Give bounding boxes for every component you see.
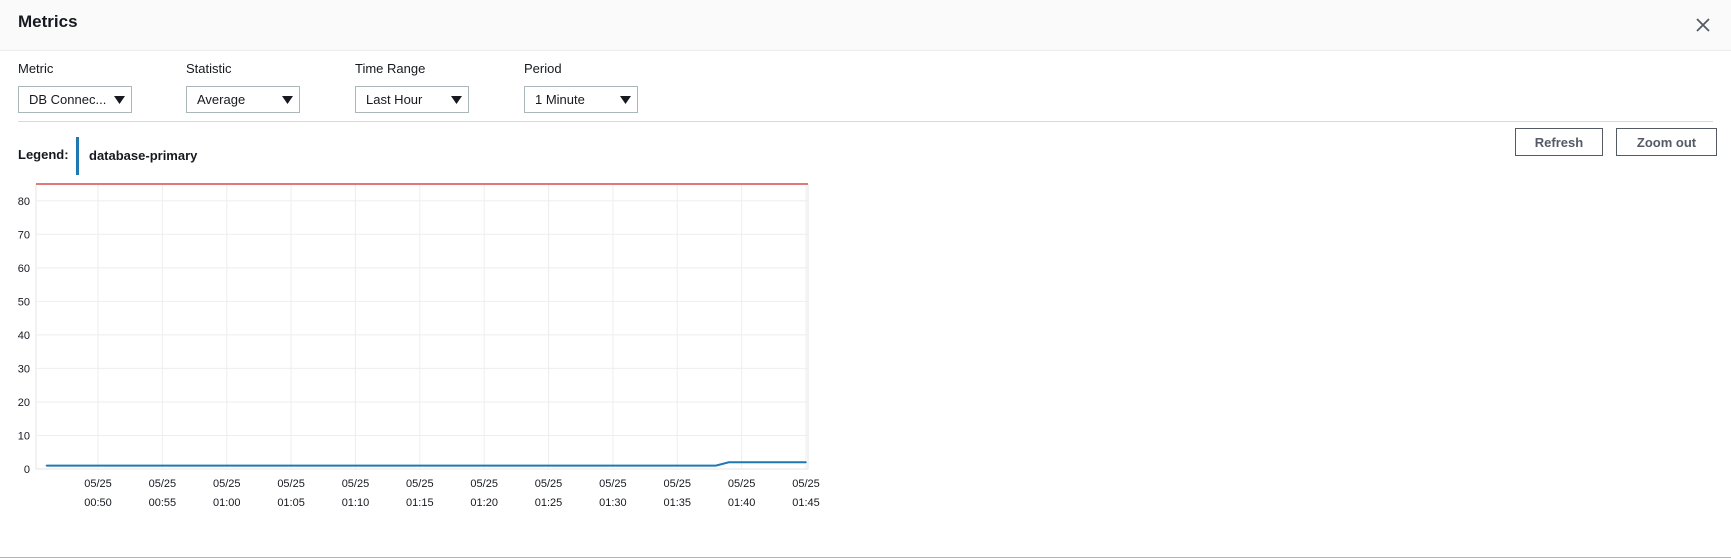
time-range-value: Last Hour <box>366 92 423 107</box>
refresh-button[interactable]: Refresh <box>1515 128 1603 156</box>
close-icon <box>1696 18 1710 32</box>
y-tick-label: 70 <box>18 229 30 241</box>
x-tick-time-label: 01:30 <box>599 497 627 509</box>
x-tick-time-label: 01:45 <box>792 497 820 509</box>
statistic-select[interactable]: Average <box>186 86 300 113</box>
y-tick-label: 60 <box>18 263 30 275</box>
series-point <box>715 464 717 467</box>
close-button[interactable] <box>1690 12 1716 38</box>
x-tick-time-label: 01:40 <box>728 497 756 509</box>
y-tick-label: 50 <box>18 296 30 308</box>
metrics-chart[interactable]: 0 10 20 30 40 50 60 70 80 05/25 00:50 05/25 00:55 05/… <box>0 160 840 520</box>
divider <box>18 121 1713 122</box>
modal-header: Metrics <box>0 0 1731 51</box>
x-tick-date-label: 05/25 <box>277 478 305 490</box>
x-tick-date-label: 05/25 <box>149 478 177 490</box>
y-tick-label: 80 <box>18 196 30 208</box>
metric-label: Metric <box>18 61 54 76</box>
period-value: 1 Minute <box>535 92 585 107</box>
statistic-value: Average <box>197 92 246 107</box>
y-tick-label: 0 <box>24 464 30 476</box>
x-tick-date-label: 05/25 <box>535 478 563 490</box>
x-tick-date-label: 05/25 <box>664 478 692 490</box>
x-tick-date-label: 05/25 <box>470 478 498 490</box>
x-tick-time-label: 01:00 <box>213 497 241 509</box>
series-point <box>45 464 48 467</box>
time-range-select[interactable]: Last Hour <box>355 86 469 113</box>
x-tick-time-label: 00:50 <box>84 497 112 509</box>
x-tick-date-label: 05/25 <box>728 478 756 490</box>
x-tick-date-label: 05/25 <box>406 478 434 490</box>
caret-down-icon <box>444 95 468 104</box>
x-tick-date-label: 05/25 <box>84 478 112 490</box>
y-tick-label: 30 <box>18 363 30 375</box>
metric-value: DB Connec... <box>29 92 107 107</box>
caret-down-icon <box>107 95 131 104</box>
time-range-label: Time Range <box>355 61 426 76</box>
metric-select[interactable]: DB Connec... <box>18 86 132 113</box>
zoom-out-button[interactable]: Zoom out <box>1616 128 1717 156</box>
x-tick-time-label: 01:20 <box>470 497 498 509</box>
x-tick-time-label: 00:55 <box>149 497 177 509</box>
y-tick-label: 40 <box>18 330 30 342</box>
bottom-border <box>0 557 1731 558</box>
x-tick-date-label: 05/25 <box>792 478 820 490</box>
x-tick-time-label: 01:10 <box>342 497 370 509</box>
statistic-label: Statistic <box>186 61 232 76</box>
x-tick-date-label: 05/25 <box>599 478 627 490</box>
x-tick-date-label: 05/25 <box>342 478 370 490</box>
period-label: Period <box>524 61 562 76</box>
period-select[interactable]: 1 Minute <box>524 86 638 113</box>
caret-down-icon <box>613 95 637 104</box>
x-tick-time-label: 01:05 <box>277 497 305 509</box>
y-tick-label: 10 <box>18 430 30 442</box>
series-point <box>805 461 807 464</box>
series-line-database-primary <box>46 461 806 467</box>
x-tick-time-label: 01:35 <box>664 497 692 509</box>
x-tick-time-label: 01:25 <box>535 497 563 509</box>
caret-down-icon <box>275 95 299 104</box>
y-tick-label: 20 <box>18 397 30 409</box>
x-tick-time-label: 01:15 <box>406 497 434 509</box>
series-point <box>727 461 730 464</box>
x-tick-date-label: 05/25 <box>213 478 241 490</box>
modal-title: Metrics <box>18 12 78 31</box>
